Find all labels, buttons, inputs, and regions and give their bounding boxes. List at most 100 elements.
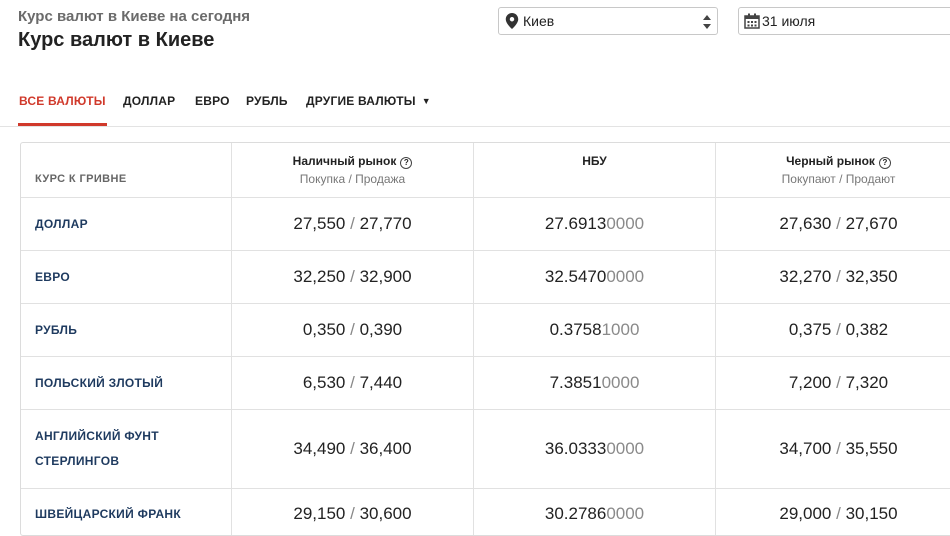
cash-rate: 27,550 / 27,770: [232, 214, 473, 234]
nbu-rate-tail: 0000: [606, 504, 645, 523]
cash-rate: 32,250 / 32,900: [232, 267, 473, 287]
rate-separator: /: [836, 267, 841, 286]
black-sell: 30,150: [845, 504, 898, 523]
black-rate: 32,270 / 32,350: [716, 267, 950, 287]
tab-euro[interactable]: ЕВРО: [195, 94, 230, 108]
rate-separator: /: [350, 267, 355, 286]
table-row: ШВЕЙЦАРСКИЙ ФРАНК 29,150 / 30,600 30.278…: [21, 489, 950, 535]
tab-dollar[interactable]: ДОЛЛАР: [123, 94, 175, 108]
help-icon[interactable]: ?: [400, 157, 413, 169]
tab-all-currencies[interactable]: ВСЕ ВАЛЮТЫ: [19, 94, 106, 108]
header-black-sub: Покупают / Продают: [781, 172, 896, 186]
cash-rate-cell: 27,550 / 27,770: [231, 198, 473, 250]
header-cash-sub: Покупка / Продажа: [299, 172, 406, 186]
black-sell: 0,382: [845, 320, 889, 339]
nbu-rate-main: 30.2786: [544, 504, 607, 523]
cash-buy: 34,490: [293, 439, 346, 458]
currency-name[interactable]: АНГЛИЙСКИЙ ФУНТ: [35, 424, 159, 449]
black-rate-cell: 34,700 / 35,550: [715, 410, 950, 488]
black-buy: 32,270: [779, 267, 832, 286]
cash-rate-cell: 29,150 / 30,600: [231, 489, 473, 535]
cash-rate-cell: 34,490 / 36,400: [231, 410, 473, 488]
currency-name[interactable]: РУБЛЬ: [35, 318, 77, 343]
page-title: Курс валют в Киеве: [18, 29, 215, 51]
nbu-rate-main: 36.0333: [544, 439, 607, 458]
nbu-rate-cell: 7.38510000: [473, 357, 715, 409]
rate-separator: /: [350, 504, 355, 523]
currency-name[interactable]: ДОЛЛАР: [35, 212, 88, 237]
table-row: ДОЛЛАР 27,550 / 27,770 27.69130000 27,63…: [21, 198, 950, 251]
cash-sell: 30,600: [359, 504, 412, 523]
cash-buy: 6,530: [302, 373, 346, 392]
table-header-row: КУРС К ГРИВНЕ Наличный рынок? Покупка / …: [21, 143, 950, 198]
currency-cell: ПОЛЬСКИЙ ЗЛОТЫЙ: [21, 357, 231, 409]
header-black-cell: Черный рынок? Покупают / Продают: [715, 143, 950, 197]
table-row: ПОЛЬСКИЙ ЗЛОТЫЙ 6,530 / 7,440 7.38510000…: [21, 357, 950, 410]
black-buy: 34,700: [779, 439, 832, 458]
black-buy: 29,000: [779, 504, 832, 523]
nbu-rate-tail: 0000: [606, 439, 645, 458]
rate-separator: /: [350, 214, 355, 233]
rate-separator: /: [350, 439, 355, 458]
cash-rate: 34,490 / 36,400: [232, 439, 473, 459]
currency-cell: АНГЛИЙСКИЙ ФУНТ СТЕРЛИНГОВ: [21, 410, 231, 488]
nbu-rate-main: 27.6913: [544, 214, 607, 233]
black-rate: 29,000 / 30,150: [716, 504, 950, 524]
header-black-title-wrap: Черный рынок?: [716, 154, 950, 169]
tab-ruble[interactable]: РУБЛЬ: [246, 94, 288, 108]
currency-name[interactable]: ШВЕЙЦАРСКИЙ ФРАНК: [35, 502, 181, 527]
black-sell: 27,670: [845, 214, 898, 233]
nbu-rate-tail: 0000: [606, 214, 645, 233]
help-icon[interactable]: ?: [878, 157, 891, 169]
cash-rate-cell: 6,530 / 7,440: [231, 357, 473, 409]
rate-separator: /: [350, 373, 355, 392]
currency-tabs: ВСЕ ВАЛЮТЫ ДОЛЛАР ЕВРО РУБЛЬ ДРУГИЕ ВАЛЮ…: [0, 86, 950, 127]
cash-sell: 27,770: [359, 214, 412, 233]
rate-separator: /: [836, 439, 841, 458]
city-select[interactable]: Киев: [498, 7, 718, 35]
rate-separator: /: [836, 373, 841, 392]
cash-buy: 27,550: [293, 214, 346, 233]
select-arrows-icon: [703, 15, 711, 29]
cash-sell: 32,900: [359, 267, 412, 286]
exchange-rates-table: КУРС К ГРИВНЕ Наличный рынок? Покупка / …: [20, 142, 950, 536]
nbu-rate-main: 0.3758: [549, 320, 602, 339]
header-nbu-title: НБУ: [582, 154, 607, 168]
black-buy: 7,200: [788, 373, 832, 392]
nbu-rate: 7.38510000: [474, 373, 715, 393]
header-cash-title-wrap: Наличный рынок?: [232, 154, 473, 169]
tab-other-currencies[interactable]: ДРУГИЕ ВАЛЮТЫ ▼: [306, 94, 431, 108]
black-rate: 0,375 / 0,382: [716, 320, 950, 340]
currency-name[interactable]: СТЕРЛИНГОВ: [35, 449, 119, 474]
nbu-rate-cell: 27.69130000: [473, 198, 715, 250]
cash-rate: 29,150 / 30,600: [232, 504, 473, 524]
header-cash-title: Наличный рынок: [292, 154, 397, 168]
location-pin-icon: [505, 13, 519, 29]
cash-rate-cell: 0,350 / 0,390: [231, 304, 473, 356]
rate-separator: /: [836, 504, 841, 523]
header-currency-label: КУРС К ГРИВНЕ: [35, 173, 127, 185]
black-rate-cell: 0,375 / 0,382: [715, 304, 950, 356]
header-currency-cell: КУРС К ГРИВНЕ: [21, 143, 231, 197]
cash-buy: 29,150: [293, 504, 346, 523]
currency-name[interactable]: ЕВРО: [35, 265, 70, 290]
nbu-rate-cell: 30.27860000: [473, 489, 715, 535]
cash-rate-cell: 32,250 / 32,900: [231, 251, 473, 303]
cash-rate: 6,530 / 7,440: [232, 373, 473, 393]
nbu-rate: 36.03330000: [474, 439, 715, 459]
header-black-title: Черный рынок: [786, 154, 875, 168]
table-row: ЕВРО 32,250 / 32,900 32.54700000 32,270 …: [21, 251, 950, 304]
black-rate: 34,700 / 35,550: [716, 439, 950, 459]
currency-name[interactable]: ПОЛЬСКИЙ ЗЛОТЫЙ: [35, 371, 163, 396]
active-tab-indicator: [18, 123, 107, 126]
nbu-rate: 0.37581000: [474, 320, 715, 340]
nbu-rate: 27.69130000: [474, 214, 715, 234]
nbu-rate-main: 7.3851: [549, 373, 602, 392]
currency-cell: ЕВРО: [21, 251, 231, 303]
currency-cell: ДОЛЛАР: [21, 198, 231, 250]
tab-other-label: ДРУГИЕ ВАЛЮТЫ: [306, 94, 416, 108]
cash-rate: 0,350 / 0,390: [232, 320, 473, 340]
cash-buy: 32,250: [293, 267, 346, 286]
cash-sell: 36,400: [359, 439, 412, 458]
date-select[interactable]: 31 июля: [738, 7, 950, 35]
